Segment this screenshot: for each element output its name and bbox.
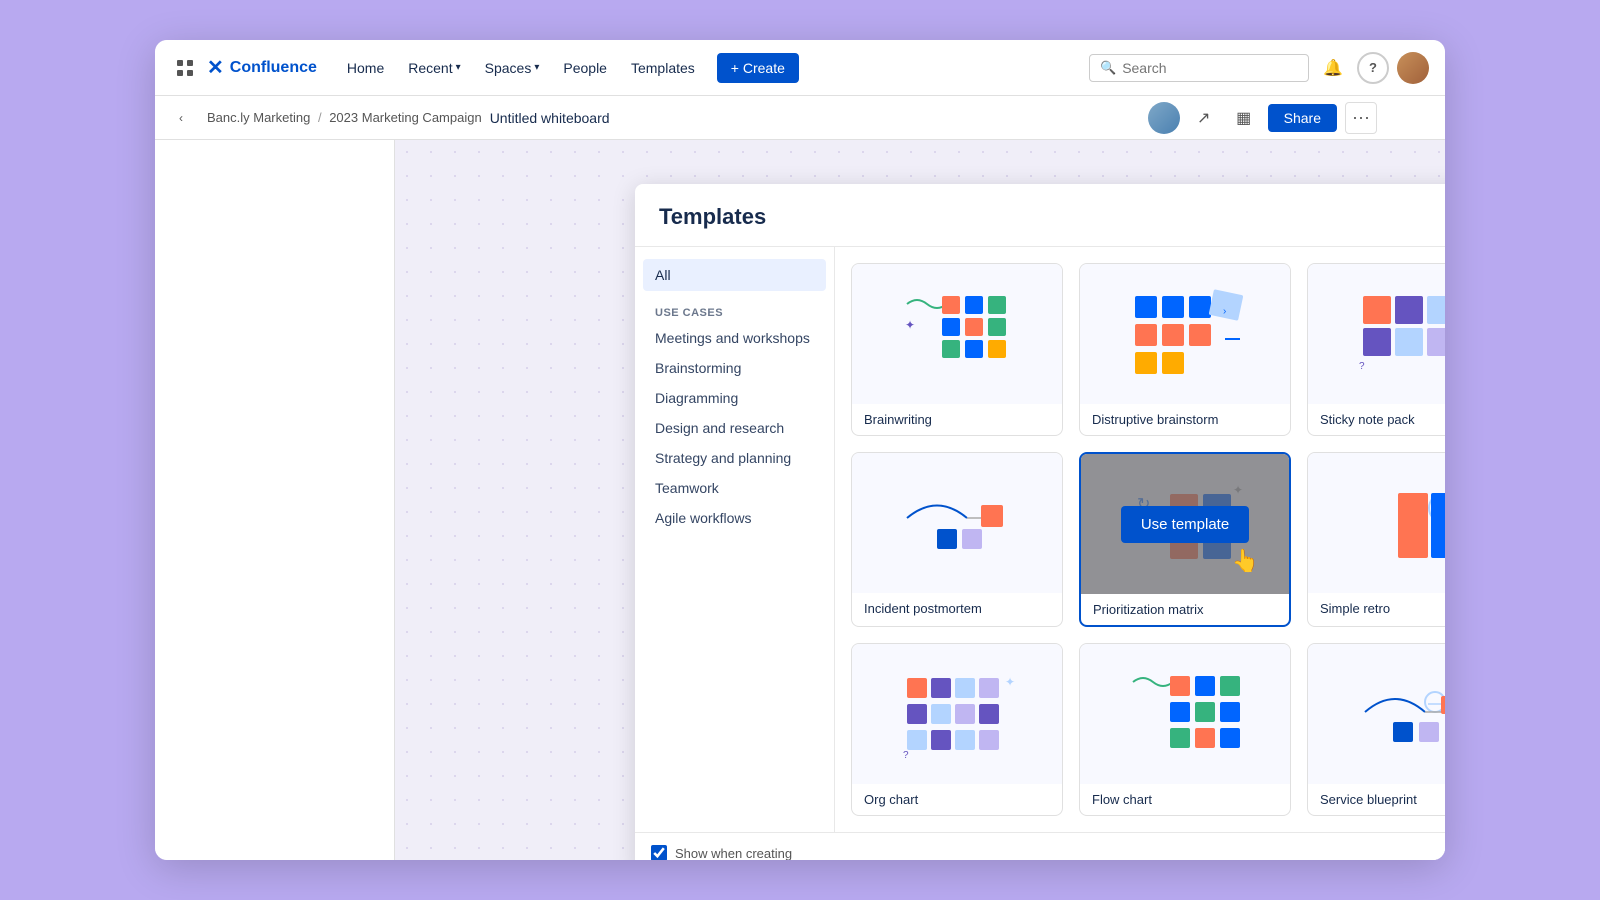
main-area: Templates × All USE CASES Meetings and w… (155, 140, 1445, 860)
svg-text:✦: ✦ (1005, 675, 1015, 689)
template-flow-chart[interactable]: Flow chart (1079, 643, 1291, 816)
category-meetings[interactable]: Meetings and workshops (643, 323, 826, 353)
recent-chevron-icon: ▾ (456, 62, 461, 73)
canvas-area: Templates × All USE CASES Meetings and w… (395, 140, 1445, 860)
modal-body: All USE CASES Meetings and workshops Bra… (635, 247, 1445, 832)
template-incident[interactable]: Incident postmortem (851, 452, 1063, 627)
share-arrow-icon[interactable]: ↗ (1188, 102, 1220, 134)
template-flow-chart-label: Flow chart (1080, 784, 1290, 815)
use-cases-label: USE CASES (643, 299, 826, 323)
nav-spaces[interactable]: Spaces ▾ (475, 54, 550, 82)
share-button[interactable]: Share (1268, 104, 1337, 132)
page-title: Untitled whiteboard (490, 110, 610, 126)
nav-templates[interactable]: Templates (621, 54, 705, 82)
breadcrumb-bar: ‹ Banc.ly Marketing / 2023 Marketing Cam… (155, 96, 1445, 140)
left-sidebar (155, 140, 395, 860)
back-button[interactable]: ‹ (163, 100, 199, 136)
table-icon[interactable]: ▦ (1228, 102, 1260, 134)
nav-people[interactable]: People (553, 54, 617, 82)
nav-logo[interactable]: ✕ Confluence (207, 55, 317, 80)
template-brainwriting-thumb: ✦ (852, 264, 1062, 404)
nav-links: Home Recent ▾ Spaces ▾ People Templates (337, 54, 705, 82)
show-when-creating-checkbox[interactable] (651, 845, 667, 860)
logo-x: ✕ (207, 55, 224, 80)
nav-recent[interactable]: Recent ▾ (398, 54, 470, 82)
avatar[interactable] (1397, 52, 1429, 84)
modal-title: Templates (659, 204, 766, 246)
spaces-chevron-icon: ▾ (534, 62, 539, 73)
bc-org[interactable]: Banc.ly Marketing (207, 110, 310, 125)
use-template-button[interactable]: Use template (1121, 506, 1249, 543)
show-when-creating-label: Show when creating (675, 846, 792, 861)
template-service-blueprint-thumb (1308, 644, 1445, 784)
svg-text:?: ? (903, 750, 909, 761)
template-service-blueprint[interactable]: Service blueprint (1307, 643, 1445, 816)
template-prioritization-label: Prioritization matrix (1081, 594, 1289, 625)
templates-grid: ✦ Brainwriting (851, 263, 1445, 816)
category-diagramming[interactable]: Diagramming (643, 383, 826, 413)
logo-text: Confluence (230, 59, 317, 77)
template-sticky[interactable]: ✦ ? Sticky note pack (1307, 263, 1445, 436)
templates-modal: Templates × All USE CASES Meetings and w… (635, 184, 1445, 860)
search-input[interactable] (1122, 60, 1298, 76)
template-prioritization-thumb: ✦ ↻ Use template 👆 (1081, 454, 1289, 594)
bc-page[interactable]: 2023 Marketing Campaign (329, 110, 481, 125)
template-distruptive-thumb: › (1080, 264, 1290, 404)
category-teamwork[interactable]: Teamwork (643, 473, 826, 503)
template-simple-retro[interactable]: Simple retro (1307, 452, 1445, 627)
templates-grid-area: ✦ Brainwriting (835, 247, 1445, 832)
cursor-icon: 👆 (1232, 548, 1259, 574)
template-prioritization[interactable]: ✦ ↻ Use template 👆 (1079, 452, 1291, 627)
template-incident-label: Incident postmortem (852, 593, 1062, 624)
category-design[interactable]: Design and research (643, 413, 826, 443)
svg-text:›: › (1223, 306, 1226, 317)
bell-icon[interactable]: 🔔 (1317, 52, 1349, 84)
template-org-chart[interactable]: ✦ ? Org chart (851, 643, 1063, 816)
nav-home[interactable]: Home (337, 54, 394, 82)
template-sticky-thumb: ✦ ? (1308, 264, 1445, 404)
template-sticky-label: Sticky note pack (1308, 404, 1445, 435)
category-strategy[interactable]: Strategy and planning (643, 443, 826, 473)
template-incident-thumb (852, 453, 1062, 593)
grid-menu-icon[interactable] (171, 54, 199, 82)
template-org-chart-thumb: ✦ ? (852, 644, 1062, 784)
help-icon[interactable]: ? (1357, 52, 1389, 84)
modal-header: Templates × (635, 184, 1445, 247)
collaborator-avatar (1148, 102, 1180, 134)
top-nav: ✕ Confluence Home Recent ▾ Spaces ▾ Peop… (155, 40, 1445, 96)
category-agile[interactable]: Agile workflows (643, 503, 826, 533)
breadcrumb: Banc.ly Marketing / 2023 Marketing Campa… (207, 110, 482, 125)
template-org-chart-label: Org chart (852, 784, 1062, 815)
bc-sep: / (318, 110, 322, 125)
search-box[interactable]: 🔍 (1089, 54, 1309, 82)
template-distruptive-label: Distruptive brainstorm (1080, 404, 1290, 435)
svg-text:?: ? (1359, 361, 1365, 372)
template-simple-retro-label: Simple retro (1308, 593, 1445, 624)
categories-panel: All USE CASES Meetings and workshops Bra… (635, 247, 835, 832)
template-flow-chart-thumb (1080, 644, 1290, 784)
svg-text:✦: ✦ (905, 318, 915, 332)
modal-footer: Show when creating (635, 832, 1445, 860)
template-distruptive[interactable]: › Distruptive brainstorm (1079, 263, 1291, 436)
category-all[interactable]: All (643, 259, 826, 291)
search-icon: 🔍 (1100, 60, 1116, 76)
template-service-blueprint-label: Service blueprint (1308, 784, 1445, 815)
category-brainstorming[interactable]: Brainstorming (643, 353, 826, 383)
template-simple-retro-thumb (1308, 453, 1445, 593)
create-button[interactable]: + Create (717, 53, 799, 83)
nav-right: 🔍 🔔 ? (1089, 52, 1429, 84)
more-options-button[interactable]: ··· (1345, 102, 1377, 134)
template-brainwriting[interactable]: ✦ Brainwriting (851, 263, 1063, 436)
template-brainwriting-label: Brainwriting (852, 404, 1062, 435)
